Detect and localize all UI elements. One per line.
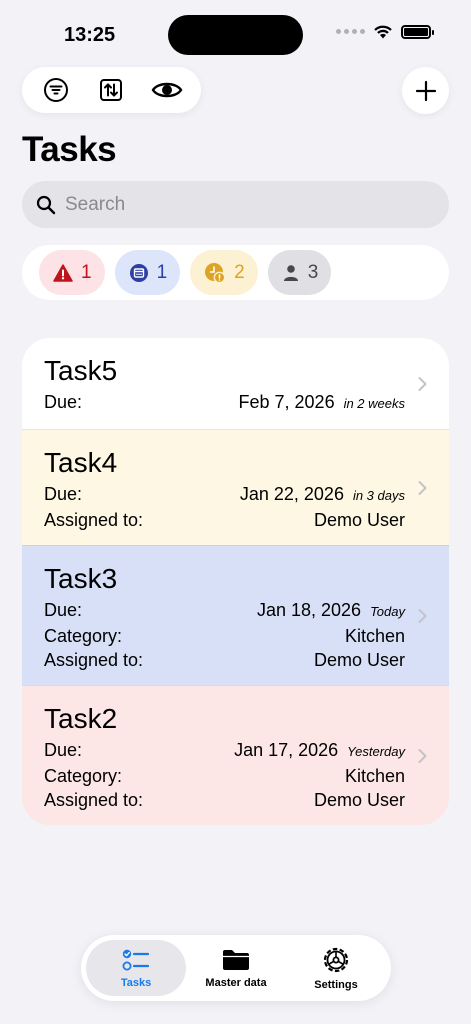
folder-icon	[223, 949, 249, 970]
assigned-row: Assigned to: Demo User	[44, 648, 405, 672]
due-date: Jan 22, 2026	[239, 484, 344, 504]
sort-button[interactable]	[91, 70, 131, 110]
assigned-row: Assigned to: Demo User	[44, 788, 405, 812]
clock-alert-icon	[205, 262, 226, 283]
category-row: Category: Kitchen	[44, 764, 405, 788]
assigned-row: Assigned to: Demo User	[44, 508, 405, 532]
task-title: Task3	[44, 563, 118, 594]
category-value: Kitchen	[344, 626, 405, 646]
due-row: Due: Jan 17, 2026 Yesterday	[44, 738, 405, 764]
search-icon	[36, 195, 56, 214]
due-label: Due:	[44, 740, 83, 760]
tab-master-data[interactable]: Master data	[186, 940, 286, 996]
tab-settings[interactable]: Settings	[286, 940, 386, 996]
task-row[interactable]: Task3 Due: Jan 18, 2026 Today Category: K…	[22, 545, 449, 685]
status-time: 13:25	[64, 24, 116, 46]
overdue-filter-chip[interactable]: 1	[39, 250, 105, 295]
tab-label: Settings	[314, 978, 358, 991]
sort-icon	[100, 79, 123, 101]
assigned-label: Assigned to:	[44, 650, 144, 670]
visibility-button[interactable]	[147, 70, 187, 110]
due-row: Due: Jan 18, 2026 Today	[44, 598, 405, 624]
task-list: Task5 Due: Feb 7, 2026 in 2 weeks Task4 D…	[22, 338, 449, 825]
person-icon	[283, 264, 298, 281]
task-title: Task2	[44, 703, 118, 734]
category-row: Category: Kitchen	[44, 624, 405, 648]
chevron-right-icon	[418, 480, 427, 495]
chevron-right-icon	[418, 608, 427, 623]
search-bar[interactable]	[22, 181, 449, 228]
assigned-value: Demo User	[313, 790, 405, 810]
assigned-value: Demo User	[313, 510, 405, 530]
filter-button[interactable]	[36, 70, 76, 110]
checklist-icon	[122, 949, 150, 970]
chevron-right-icon	[418, 376, 427, 391]
due-date: Jan 17, 2026	[234, 740, 339, 760]
assigned-label: Assigned to:	[44, 510, 144, 530]
search-input[interactable]	[65, 193, 405, 216]
upcoming-filter-chip[interactable]: 2	[190, 250, 258, 295]
assigned-filter-chip[interactable]: 3	[267, 250, 332, 295]
status-icons	[336, 24, 434, 39]
due-date: Feb 7, 2026	[238, 392, 335, 412]
category-label: Category:	[44, 626, 123, 646]
status-bar: 13:25	[0, 0, 471, 60]
due-row: Due: Feb 7, 2026 in 2 weeks	[44, 390, 405, 416]
due-date: Jan 18, 2026	[256, 600, 362, 620]
tab-bar: Tasks Master data Settings	[81, 935, 391, 1001]
task-row[interactable]: Task4 Due: Jan 22, 2026 in 3 days Assigne…	[22, 429, 449, 545]
task-title: Task5	[44, 355, 118, 386]
assigned-label: Assigned to:	[44, 790, 144, 810]
due-relative: Yesterday	[347, 744, 405, 759]
task-row[interactable]: Task2 Due: Jan 17, 2026 Yesterday Categor…	[22, 685, 449, 825]
category-label: Category:	[44, 766, 123, 786]
chevron-right-icon	[418, 748, 427, 763]
chip-count: 2	[234, 261, 245, 283]
add-task-button[interactable]	[402, 67, 449, 114]
toolbar	[22, 67, 201, 113]
calendar-icon	[129, 263, 148, 282]
tab-label: Master data	[205, 976, 267, 989]
task-title: Task4	[44, 447, 118, 478]
tab-label: Tasks	[120, 976, 152, 989]
dynamic-island	[168, 15, 303, 55]
today-filter-chip[interactable]: 1	[114, 250, 181, 295]
filter-icon	[43, 78, 68, 102]
filter-chips-bar: 1 1 2 3	[22, 245, 449, 300]
chip-count: 3	[307, 261, 319, 283]
chip-count: 1	[81, 261, 92, 283]
cellular-signal-icon	[336, 29, 365, 34]
page-title: Tasks	[22, 130, 117, 169]
due-label: Due:	[44, 392, 83, 412]
task-row[interactable]: Task5 Due: Feb 7, 2026 in 2 weeks	[22, 338, 449, 429]
battery-icon	[401, 24, 434, 39]
warning-icon	[53, 263, 73, 282]
plus-icon	[415, 80, 436, 101]
due-label: Due:	[44, 484, 83, 504]
assigned-value: Demo User	[313, 650, 405, 670]
wifi-icon	[374, 25, 392, 39]
tab-tasks[interactable]: Tasks	[86, 940, 186, 996]
gear-icon	[323, 947, 349, 972]
eye-icon	[151, 82, 183, 98]
due-relative: Today	[370, 604, 405, 619]
due-relative: in 2 weeks	[343, 396, 405, 411]
due-relative: in 3 days	[352, 488, 405, 503]
chip-count: 1	[156, 261, 168, 283]
due-label: Due:	[44, 600, 83, 620]
category-value: Kitchen	[344, 766, 405, 786]
due-row: Due: Jan 22, 2026 in 3 days	[44, 482, 405, 508]
